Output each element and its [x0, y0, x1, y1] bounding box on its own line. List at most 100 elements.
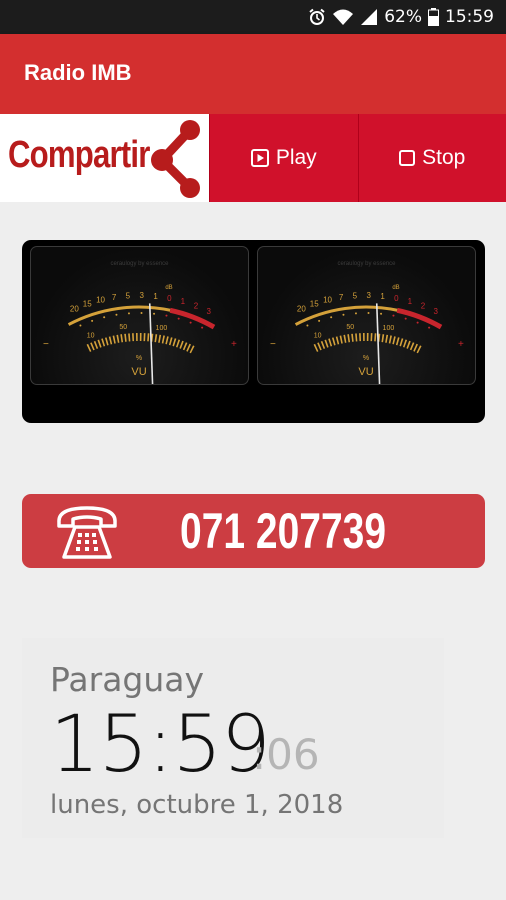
status-bar: 62% 15:59 [0, 0, 506, 34]
vu-scale-label: 5 [126, 291, 131, 300]
vu-scale-label: 0 [167, 294, 172, 303]
vu-lower-label: 50 [119, 324, 127, 331]
vu-scale-label: 1 [181, 297, 186, 306]
vu-scale-dot [103, 316, 106, 319]
vu-scale-dot [416, 321, 419, 324]
clock-timezone: Paraguay [50, 660, 205, 699]
vu-scale-label: 0 [394, 294, 399, 303]
vu-scale-label: 15 [83, 300, 92, 309]
clock-date: lunes, octubre 1, 2018 [50, 790, 344, 820]
vu-scale-label: 2 [194, 302, 199, 311]
vu-scale-dot [367, 312, 370, 315]
phone-number: 071 207739 [180, 503, 387, 559]
battery-percentage: 62% [384, 7, 422, 27]
vu-scale-dot [404, 317, 407, 320]
stop-icon [399, 150, 416, 166]
vu-scale-dot [177, 317, 180, 320]
vu-scale-label: 1 [408, 297, 413, 306]
alarm-icon [309, 8, 325, 25]
vu-meter-left: ceraulogy by essence 20 15 10 7 5 3 1 0 1 2 3 dB 10 5… [30, 246, 249, 398]
vu-lower-label: 100 [383, 325, 395, 332]
battery-icon [428, 8, 439, 26]
vu-minus-sign: − [43, 339, 49, 350]
clock-seconds: :06 [252, 730, 320, 779]
vu-label: VU [358, 366, 373, 378]
vu-needle [148, 303, 154, 398]
vu-dial-right: 2015 10 7 5 3 1 0 1 23dB1050 100%VU− + [270, 285, 464, 398]
vu-needle [375, 303, 381, 398]
vu-scale-dot [79, 324, 82, 327]
vu-scale-dot [201, 326, 204, 329]
play-label: Play [275, 146, 317, 169]
vu-scale-dot [91, 319, 94, 322]
vu-label: VU [131, 366, 146, 378]
vu-lower-label: 10 [87, 332, 95, 339]
app-bar: Radio IMB [0, 34, 506, 114]
vu-scale-dot [165, 314, 168, 317]
vu-maker: ceraulogy by essence [337, 261, 396, 267]
vu-scale-label: 15 [310, 300, 319, 309]
vu-scale-dot [318, 319, 321, 322]
vu-scale-dot [115, 313, 118, 316]
vu-scale-label: 2 [421, 302, 426, 311]
vu-db-label: dB [392, 285, 399, 291]
vu-scale-label: 3 [206, 307, 211, 316]
vu-scale-dot [342, 313, 345, 316]
vu-scale-dot [140, 312, 143, 315]
vu-scale-label: 10 [323, 296, 332, 305]
vu-db-label: dB [165, 285, 172, 291]
vu-scale-dot [330, 316, 333, 319]
vu-scale-label: 5 [353, 291, 358, 300]
vu-scale-label: 1 [380, 292, 385, 301]
vu-percent-label: % [136, 355, 142, 362]
vu-scale-dot [153, 312, 156, 315]
vu-scale-dot [354, 312, 357, 315]
vu-scale-label: 7 [339, 293, 344, 302]
stop-label: Stop [422, 146, 466, 169]
clock-widget: Paraguay 15:59 :06 lunes, octubre 1, 201… [22, 638, 444, 838]
vu-scale-amber [67, 305, 171, 326]
app-title: Radio IMB [24, 60, 132, 85]
phone-call-button[interactable]: 071 207739 [22, 494, 485, 568]
vu-scale-label: 7 [112, 293, 117, 302]
vu-scale-amber [294, 305, 398, 326]
telephone-icon [57, 506, 117, 559]
vu-plus-sign: + [458, 339, 464, 350]
vu-scale-label: 20 [70, 305, 79, 314]
vu-scale-label: 3 [433, 307, 438, 316]
signal-icon [361, 9, 378, 25]
vu-lower-label: 10 [314, 332, 322, 339]
vu-scale-label: 3 [367, 291, 372, 300]
vu-scale-dot [392, 314, 395, 317]
clock-seconds-value: 06 [266, 730, 320, 779]
play-icon [250, 149, 269, 167]
vu-scale-label: 10 [96, 296, 105, 305]
share-label: Compartir [8, 134, 150, 176]
vu-meter-right: ceraulogy by essence 20 15 10 7 5 3 1 0 1 2 3 dB 10 5… [257, 246, 476, 398]
vu-scale-dot [380, 312, 383, 315]
vu-scale-dot [127, 312, 130, 315]
vu-meter-panel: ceraulogy by essence 20 15 10 7 5 3 1 0 1 2 3 dB 10 5… [22, 240, 485, 423]
vu-plus-sign: + [231, 339, 237, 350]
share-icon [151, 120, 200, 198]
vu-scale-label: 3 [140, 291, 145, 300]
vu-percent-label: % [363, 355, 369, 362]
play-button[interactable]: Play [209, 114, 358, 202]
vu-lower-label: 100 [156, 325, 168, 332]
share-button[interactable]: Compartir [0, 114, 209, 202]
vu-scale-label: 1 [153, 292, 158, 301]
vu-minus-sign: − [270, 339, 276, 350]
status-time: 15:59 [445, 7, 494, 27]
vu-tick-band [86, 333, 196, 354]
clock-separator: : [252, 730, 267, 779]
vu-scale-dot [189, 321, 192, 324]
vu-lower-label: 50 [346, 324, 354, 331]
wifi-icon [333, 9, 354, 25]
vu-scale-label: 20 [297, 305, 306, 314]
vu-tick-band [313, 333, 423, 354]
stop-button[interactable]: Stop [357, 114, 506, 202]
vu-dial-left: 2015 10 7 5 3 1 0 1 23dB1050 100%VU− + [43, 285, 237, 398]
clock-time: 15:59 [50, 700, 271, 790]
vu-scale-dot [306, 324, 309, 327]
vu-scale-dot [428, 326, 431, 329]
